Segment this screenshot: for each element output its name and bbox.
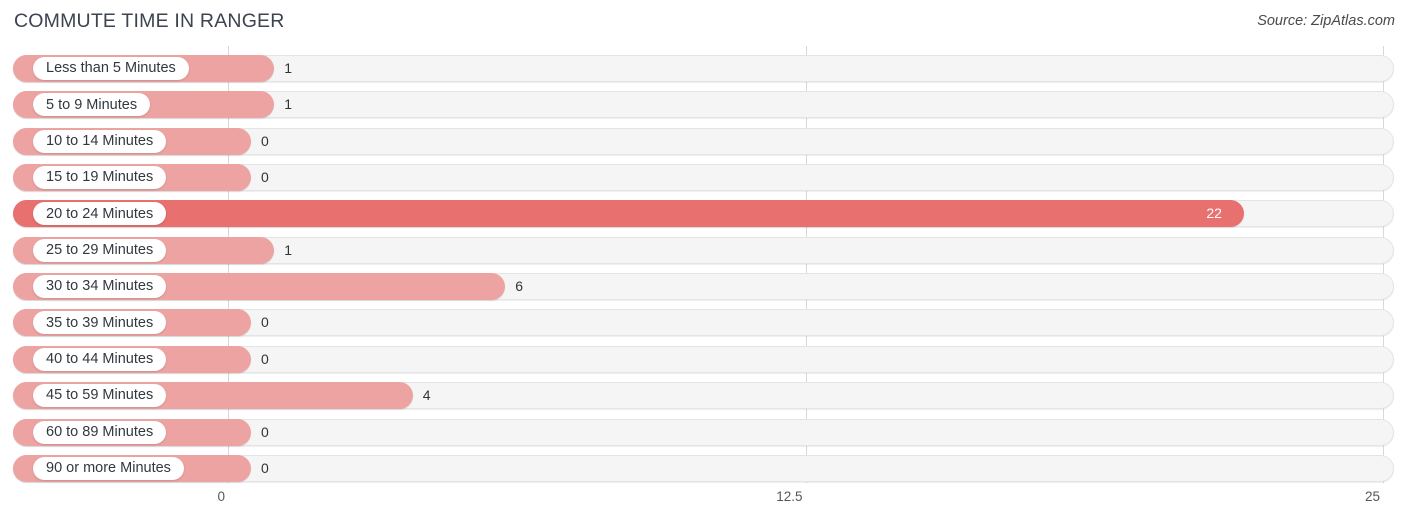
bar-label-pill: 90 or more Minutes: [33, 456, 184, 480]
bar-fill: [13, 200, 1245, 228]
bar-label-pill: 45 to 59 Minutes: [33, 384, 167, 408]
x-axis: 0 12.5 25: [0, 483, 1406, 523]
x-tick-label: 12.5: [776, 489, 803, 504]
page-title: COMMUTE TIME IN RANGER: [14, 10, 285, 32]
bar-label-pill: 10 to 14 Minutes: [33, 129, 167, 153]
bar-row[interactable]: 25 to 29 Minutes 1: [13, 236, 1394, 264]
bar-value-label: 0: [261, 459, 269, 476]
bar-category-label: 25 to 29 Minutes: [46, 242, 154, 258]
bar-label-pill: 60 to 89 Minutes: [33, 420, 167, 444]
bar-category-label: 5 to 9 Minutes: [46, 96, 138, 113]
bar-value-label: 1: [284, 241, 292, 258]
bar-value-label: 4: [422, 387, 431, 404]
bar-category-label: 90 or more Minutes: [46, 460, 171, 477]
bar-category-label: 60 to 89 Minutes: [46, 423, 154, 440]
bar-label-pill: 35 to 39 Minutes: [33, 311, 167, 335]
x-tick-label: 0: [217, 489, 225, 504]
source-attribution: Source: ZipAtlas.com: [1257, 13, 1395, 29]
bar-category-label: 35 to 39 Minutes: [46, 314, 154, 331]
bar-row[interactable]: 30 to 34 Minutes 6: [13, 273, 1394, 301]
bar-category-label: 30 to 34 Minutes: [46, 278, 154, 295]
bar-row[interactable]: 45 to 59 Minutes 4: [13, 382, 1394, 410]
bar-value-label: 0: [261, 169, 269, 186]
bar-row[interactable]: 35 to 39 Minutes 0: [13, 309, 1394, 337]
bar-value-label: 0: [261, 350, 269, 367]
bar-label-pill: 20 to 24 Minutes: [33, 202, 167, 226]
bar-row[interactable]: 10 to 14 Minutes 0: [13, 127, 1394, 155]
bar-row[interactable]: 20 to 24 Minutes 22: [13, 200, 1394, 228]
bar-value-label: 0: [261, 132, 269, 149]
bar-value-label: 1: [284, 60, 292, 76]
bar-label-pill: 40 to 44 Minutes: [33, 347, 167, 371]
bar-value-label: 0: [261, 423, 269, 440]
bar-value-label: 1: [284, 96, 292, 113]
bar-value-label: 22: [1206, 205, 1222, 222]
bar-label-pill: 15 to 19 Minutes: [33, 166, 167, 190]
bar-label-pill: Less than 5 Minutes: [33, 57, 189, 80]
bar-row[interactable]: 5 to 9 Minutes 1: [13, 91, 1394, 119]
bar-category-label: 10 to 14 Minutes: [46, 132, 154, 149]
bar-label-pill: 25 to 29 Minutes: [33, 238, 167, 262]
bar-rows: Less than 5 Minutes 1 5 to 9 Minutes 1 10 to…: [0, 46, 1406, 483]
bar-value-label: 0: [261, 314, 269, 331]
bar-value-label: 6: [515, 278, 523, 295]
bar-label-pill: 5 to 9 Minutes: [33, 93, 151, 117]
bar-category-label: 15 to 19 Minutes: [46, 169, 154, 186]
chart-header: COMMUTE TIME IN RANGER Source: ZipAtlas.…: [0, 0, 1406, 46]
bar-row[interactable]: 90 or more Minutes 0: [13, 454, 1394, 482]
bar-category-label: 20 to 24 Minutes: [46, 205, 154, 222]
bar-label-pill: 30 to 34 Minutes: [33, 275, 167, 299]
bar-category-label: 45 to 59 Minutes: [46, 387, 154, 404]
bar-row[interactable]: Less than 5 Minutes 1: [13, 55, 1394, 82]
x-tick-label: 25: [1364, 489, 1380, 504]
bar-row[interactable]: 40 to 44 Minutes 0: [13, 345, 1394, 373]
bar-category-label: Less than 5 Minutes: [46, 60, 176, 77]
bar-row[interactable]: 15 to 19 Minutes 0: [13, 164, 1394, 192]
chart-plot-area: Less than 5 Minutes 1 5 to 9 Minutes 1 10 to…: [0, 46, 1406, 483]
bar-row[interactable]: 60 to 89 Minutes 0: [13, 418, 1394, 446]
bar-category-label: 40 to 44 Minutes: [46, 351, 154, 368]
